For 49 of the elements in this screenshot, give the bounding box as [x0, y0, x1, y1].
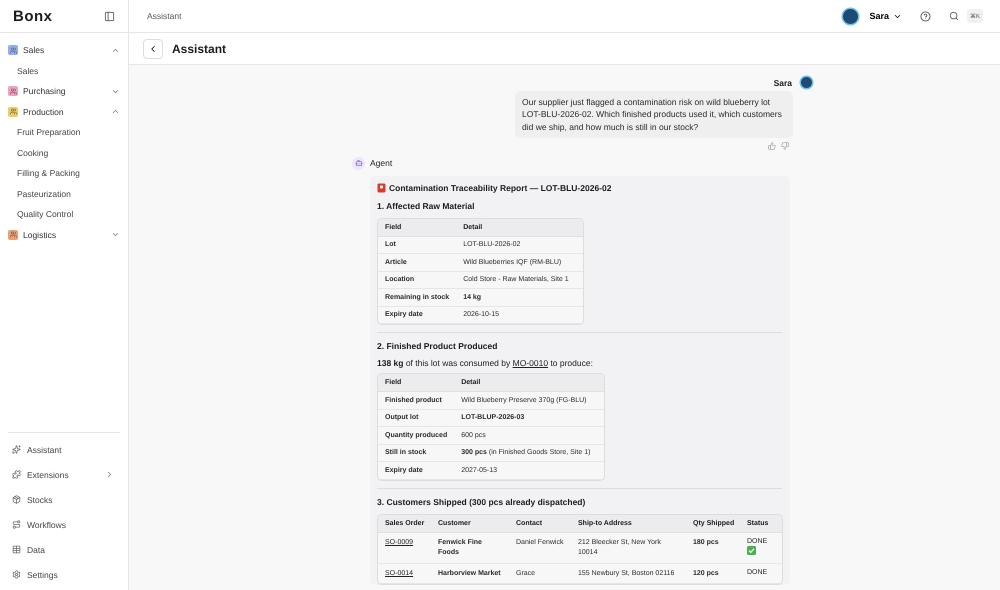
- user-name: Sara: [774, 78, 792, 88]
- nav-section[interactable]: Purchasing: [8, 81, 120, 102]
- nav-item[interactable]: Pasteurization: [8, 184, 120, 204]
- people-icon: [8, 106, 18, 117]
- nav-item[interactable]: Quality Control: [8, 204, 120, 224]
- help-icon[interactable]: [920, 10, 931, 22]
- nav-item[interactable]: Assistant: [8, 437, 120, 462]
- intro-sentence: 138 kg of this lot was consumed by MO-0010 to produce:: [377, 358, 594, 368]
- nav-item[interactable]: Extensions: [8, 462, 120, 487]
- nav-item[interactable]: Filling & Packing: [8, 163, 120, 184]
- thumbs-down-icon[interactable]: [781, 142, 789, 150]
- thumbs-up-icon[interactable]: [768, 142, 776, 150]
- page-title: Assistant: [172, 42, 226, 56]
- sidebar-toggle-icon[interactable]: [104, 10, 115, 22]
- table-icon: [12, 545, 21, 554]
- section-heading: 1. Affected Raw Material: [377, 200, 476, 211]
- logo[interactable]: Bonx: [13, 8, 52, 24]
- report-title: Contamination Traceability Report — LOT-BLU-2026-02: [389, 182, 612, 193]
- box-icon: [12, 495, 21, 504]
- nav-item[interactable]: Workflows: [8, 512, 120, 537]
- user-message: Our supplier just flagged a contamination risk on wild blueberry lot LOT-BLU-2026-02. Which finished products used it, which customers did we ship, and how much is still in our stock?: [515, 91, 793, 138]
- gear-icon: [12, 570, 21, 579]
- user-avatar: [801, 77, 812, 88]
- nav-item[interactable]: Stocks: [8, 487, 120, 512]
- search-icon[interactable]: [948, 11, 959, 21]
- section-heading: 2. Finished Product Produced: [377, 341, 498, 352]
- puzzle-icon: [12, 470, 21, 479]
- breadcrumb[interactable]: Assistant: [147, 11, 836, 21]
- people-icon: [8, 45, 18, 56]
- nav-item[interactable]: Settings: [8, 562, 120, 587]
- nav-section[interactable]: Sales: [8, 40, 120, 60]
- siren-icon: [377, 182, 386, 193]
- people-icon: [8, 86, 18, 96]
- route-icon: [12, 520, 21, 529]
- nav-item[interactable]: Cooking: [8, 142, 120, 163]
- sparkle-icon: [12, 445, 21, 454]
- nav-item[interactable]: Fruit Preparation: [8, 122, 120, 142]
- user-avatar: [843, 8, 858, 24]
- people-icon: [8, 230, 18, 240]
- nav-section[interactable]: Production: [8, 102, 120, 122]
- user-menu[interactable]: Sara: [869, 11, 902, 21]
- section-heading: 3. Customers Shipped (300 pcs already dispatched): [377, 496, 586, 507]
- chevron-right-icon: [105, 470, 114, 479]
- nav-item[interactable]: Data: [8, 537, 120, 562]
- order-link[interactable]: MO-0010: [512, 358, 548, 368]
- nav-item[interactable]: Sales: [8, 60, 120, 81]
- nav-section[interactable]: Logistics: [8, 224, 120, 245]
- bot-icon: [352, 156, 365, 170]
- agent-name: Agent: [370, 158, 392, 168]
